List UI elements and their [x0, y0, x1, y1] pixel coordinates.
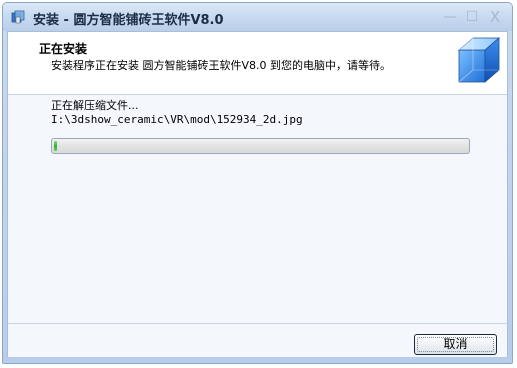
- window-title: 安装 - 圆方智能铺砖王软件V8.0: [33, 13, 224, 28]
- progress-panel: [8, 95, 507, 323]
- installer-app-icon: [11, 10, 25, 24]
- install-progress-bar: [51, 138, 470, 154]
- header-panel: 正在安装 安装程序正在安装 圆方智能铺砖王软件V8.0 到您的电脑中，请等待。: [8, 32, 507, 94]
- cancel-button-label: 取消: [443, 337, 468, 351]
- cancel-button[interactable]: 取消: [414, 334, 497, 355]
- close-icon[interactable]: X: [487, 9, 503, 25]
- title-bar[interactable]: 安装 - 圆方智能铺砖王软件V8.0 — ☐ X: [3, 3, 512, 31]
- blue-cube-graphic: [457, 37, 501, 83]
- current-file-path: I:\3dshow_ceramic\VR\mod\152934_2d.jpg: [51, 113, 303, 126]
- page-subtitle: 安装程序正在安装 圆方智能铺砖王软件V8.0 到您的电脑中，请等待。: [51, 59, 392, 72]
- minimize-icon[interactable]: —: [442, 9, 458, 25]
- installer-content: 正在安装 安装程序正在安装 圆方智能铺砖王软件V8.0 到您的电脑中，请等待。: [7, 31, 508, 357]
- status-text: 正在解压缩文件...: [51, 99, 139, 112]
- installer-window: 安装 - 圆方智能铺砖王软件V8.0 — ☐ X 正在安装 安装程序正在安装 圆…: [2, 2, 513, 364]
- page-title: 正在安装: [39, 42, 88, 56]
- maximize-icon[interactable]: ☐: [464, 9, 480, 25]
- progress-fill: [54, 141, 57, 151]
